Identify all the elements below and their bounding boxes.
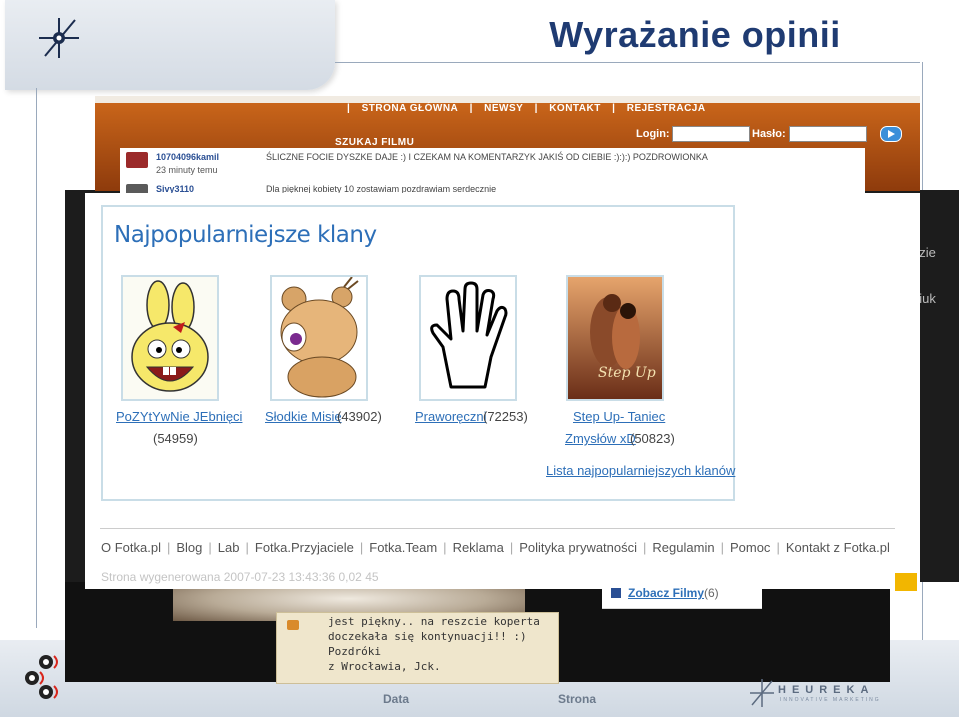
footer-separator: | — [643, 540, 647, 555]
slide-title: Wyrażanie opinii — [549, 14, 841, 55]
heureka-wordmark: HEUREKA — [778, 684, 875, 696]
footer-separator: | — [443, 540, 447, 555]
films-count: (6) — [704, 586, 719, 600]
clan-count: (72253) — [483, 409, 528, 424]
nav-separator: | — [347, 103, 351, 114]
column-label-data: Data — [383, 692, 410, 706]
clan-name-link[interactable]: Zmysłów xD — [565, 431, 636, 446]
footer-separator: | — [166, 540, 171, 555]
nav-news-link[interactable]: NEWSY — [484, 103, 523, 114]
comment-row: 10704096kamil 23 minuty temu ŚLICZNE FOC… — [126, 152, 866, 180]
hand-icon — [430, 281, 508, 389]
footer-link-help[interactable]: Pomoc — [730, 540, 770, 555]
footer-divider — [100, 528, 895, 529]
nav-contact-link[interactable]: KONTAKT — [549, 103, 601, 114]
footer-link-contact[interactable]: Kontakt z Fotka.pl — [786, 540, 890, 555]
comment-user[interactable]: 10704096kamil — [156, 152, 219, 162]
clan-thumbnail[interactable] — [270, 275, 368, 401]
nav-register-link[interactable]: REJESTRACJA — [627, 103, 706, 114]
footer-link-blog[interactable]: Blog — [176, 540, 202, 555]
footer-link-privacy[interactable]: Polityka prywatności — [519, 540, 637, 555]
star-logo-icon — [39, 18, 79, 58]
clan-name-link[interactable]: Słodkie Misie — [265, 409, 342, 424]
footer-link-lab[interactable]: Lab — [218, 540, 240, 555]
password-label: Hasło: — [752, 128, 786, 140]
yellow-accent — [895, 573, 917, 591]
rabbit-image — [131, 280, 209, 392]
site-nav: | STRONA GŁÓWNA | NEWSY | KONTAKT | REJE… — [343, 103, 710, 114]
footer-separator: | — [245, 540, 249, 555]
footer-link-about[interactable]: O Fotka.pl — [101, 540, 161, 555]
clan-name-link[interactable]: Praworęczni — [415, 409, 487, 424]
login-input[interactable] — [672, 126, 750, 142]
bear-image — [280, 277, 359, 398]
search-film-label[interactable]: SZUKAJ FILMU — [335, 137, 414, 148]
login-go-icon[interactable] — [880, 126, 902, 142]
footer-links: O Fotka.pl | Blog | Lab | Fotka.Przyjaciele | Fo… — [101, 540, 890, 555]
comment-time: 23 minuty temu — [156, 165, 218, 175]
footer-separator: | — [509, 540, 514, 555]
footer-separator: | — [359, 540, 364, 555]
envelope-icon — [287, 620, 299, 630]
clan-name-link[interactable]: Step Up- Taniec — [573, 409, 665, 424]
frame-line — [335, 62, 920, 63]
clan-count: (50823) — [630, 431, 675, 446]
password-input[interactable] — [789, 126, 867, 142]
clan-count: (43902) — [337, 409, 382, 424]
comment-text: ŚLICZNE FOCIE DYSZKE DAJE :) I CZEKAM NA… — [266, 152, 708, 162]
poster-title: Step Up — [598, 365, 656, 381]
clans-list-link[interactable]: Lista najpopularniejszych klanów — [546, 463, 735, 478]
speaker-icons — [25, 655, 58, 699]
clan-thumbnail[interactable] — [419, 275, 517, 401]
footer-separator: | — [208, 540, 212, 555]
column-label-strona: Strona — [558, 692, 597, 706]
nav-separator: | — [469, 103, 473, 114]
clan-count: (54959) — [153, 431, 198, 446]
clan-thumbnail[interactable] — [121, 275, 219, 401]
clan-thumbnail[interactable]: Step Up — [566, 275, 664, 401]
footer-separator: | — [776, 540, 780, 555]
clans-heading: Najpopularniejsze klany — [114, 222, 377, 248]
footer-link-rules[interactable]: Regulamin — [652, 540, 714, 555]
footer-generated-text: Strona wygenerowana 2007-07-23 13:43:36 … — [101, 570, 379, 584]
nav-separator: | — [612, 103, 616, 114]
nav-separator: | — [534, 103, 538, 114]
footer-link-ads[interactable]: Reklama — [453, 540, 504, 555]
comment-note-text: jest piękny.. na reszcie koperta doczeka… — [328, 615, 540, 673]
frame-line — [36, 88, 37, 628]
nav-home-link[interactable]: STRONA GŁÓWNA — [362, 103, 459, 114]
clan-name-link[interactable]: PoZYtYwNie JEbnięci — [116, 409, 242, 424]
film-icon — [611, 588, 621, 598]
heureka-tagline: INNOVATIVE MARKETING — [780, 697, 881, 703]
login-label: Login: — [636, 128, 670, 140]
films-link[interactable]: Zobacz Filmy — [628, 586, 704, 600]
footer-link-friends[interactable]: Fotka.Przyjaciele — [255, 540, 354, 555]
avatar[interactable] — [126, 152, 148, 168]
footer-separator: | — [720, 540, 724, 555]
footer-link-team[interactable]: Fotka.Team — [369, 540, 437, 555]
